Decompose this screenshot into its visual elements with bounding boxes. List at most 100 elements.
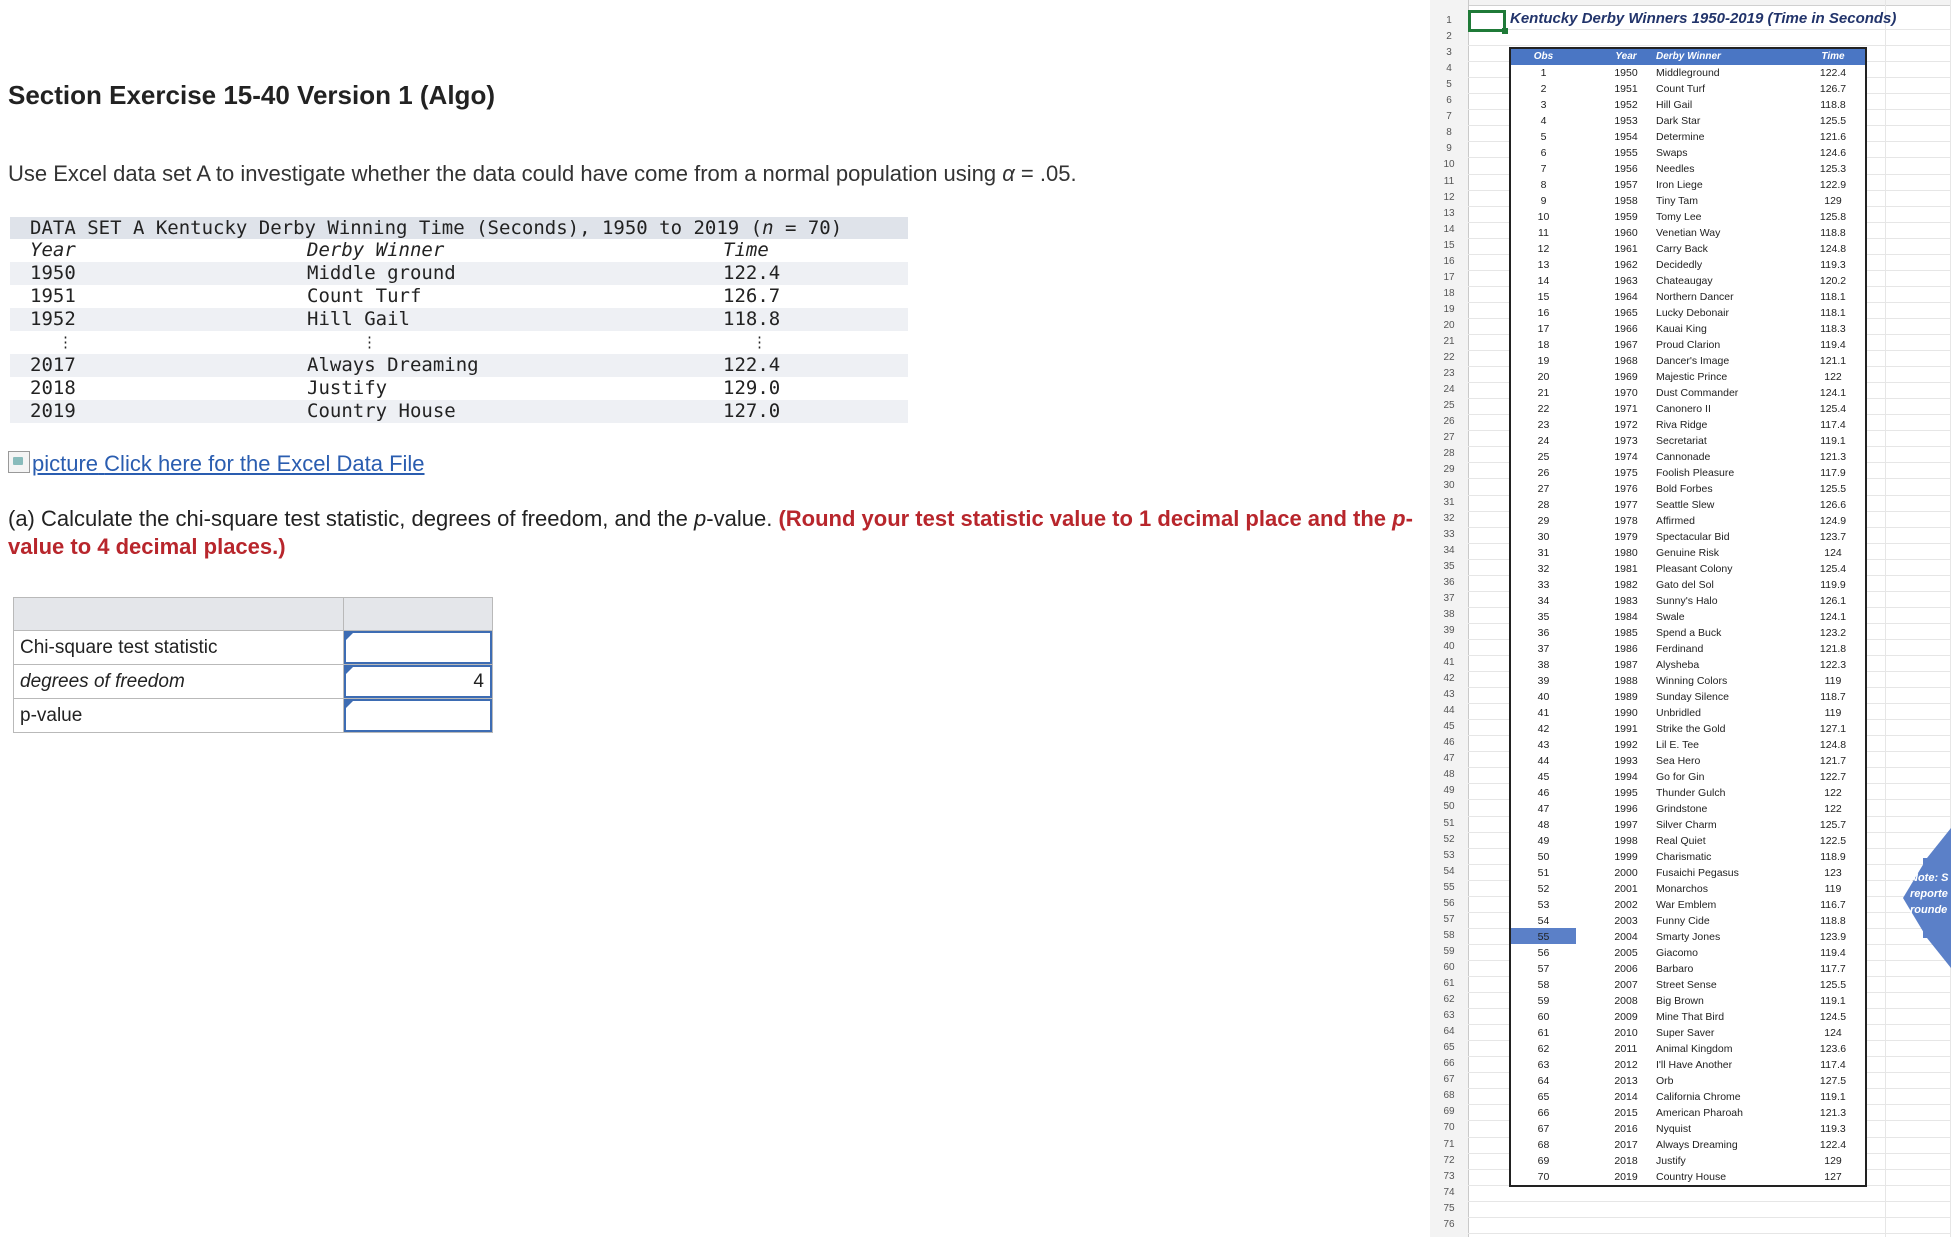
cell-year[interactable]: 1960	[1606, 225, 1646, 241]
cell-year[interactable]: 2019	[1606, 1169, 1646, 1185]
cell-year[interactable]: 1963	[1606, 273, 1646, 289]
cell-winner[interactable]: Secretariat	[1656, 433, 1707, 449]
cell-time[interactable]: 119.9	[1801, 577, 1865, 593]
cell-year[interactable]: 2016	[1606, 1121, 1646, 1137]
row-number[interactable]: 36	[1430, 575, 1468, 591]
cell-winner[interactable]: Orb	[1656, 1073, 1674, 1089]
row-number[interactable]: 8	[1430, 125, 1468, 141]
cell-time[interactable]: 119.1	[1801, 433, 1865, 449]
cell-time[interactable]: 121.1	[1801, 353, 1865, 369]
cell-year[interactable]: 1965	[1606, 305, 1646, 321]
cell-obs[interactable]: 55	[1511, 929, 1576, 945]
cell-winner[interactable]: American Pharoah	[1656, 1105, 1743, 1121]
cell-time[interactable]: 123.9	[1801, 929, 1865, 945]
cell-obs[interactable]: 45	[1511, 769, 1576, 785]
cell-year[interactable]: 1969	[1606, 369, 1646, 385]
row-number[interactable]: 12	[1430, 190, 1468, 206]
row-number[interactable]: 28	[1430, 446, 1468, 462]
cell-obs[interactable]: 41	[1511, 705, 1576, 721]
cell-obs[interactable]: 63	[1511, 1057, 1576, 1073]
cell-winner[interactable]: Swale	[1656, 609, 1685, 625]
cell-time[interactable]: 126.1	[1801, 593, 1865, 609]
row-number[interactable]: 41	[1430, 655, 1468, 671]
cell-time[interactable]: 117.4	[1801, 1057, 1865, 1073]
cell-winner[interactable]: Iron Liege	[1656, 177, 1703, 193]
cell-winner[interactable]: Riva Ridge	[1656, 417, 1707, 433]
row-number[interactable]: 15	[1430, 238, 1468, 254]
cell-obs[interactable]: 62	[1511, 1041, 1576, 1057]
cell-time[interactable]: 122	[1801, 785, 1865, 801]
cell-year[interactable]: 1952	[1606, 97, 1646, 113]
row-number[interactable]: 76	[1430, 1217, 1468, 1233]
row-number[interactable]: 56	[1430, 896, 1468, 912]
cell-winner[interactable]: Majestic Prince	[1656, 369, 1727, 385]
cell-time[interactable]: 120.2	[1801, 273, 1865, 289]
cell-time[interactable]: 126.6	[1801, 497, 1865, 513]
cell-winner[interactable]: Determine	[1656, 129, 1704, 145]
cell-obs[interactable]: 53	[1511, 897, 1576, 913]
cell-time[interactable]: 122.9	[1801, 177, 1865, 193]
cell-year[interactable]: 2003	[1606, 913, 1646, 929]
cell-winner[interactable]: Alysheba	[1656, 657, 1699, 673]
cell-year[interactable]: 2018	[1606, 1153, 1646, 1169]
cell-year[interactable]: 1961	[1606, 241, 1646, 257]
row-number[interactable]: 19	[1430, 302, 1468, 318]
cell-winner[interactable]: Real Quiet	[1656, 833, 1706, 849]
cell-year[interactable]: 2004	[1606, 929, 1646, 945]
cell-time[interactable]: 124.8	[1801, 737, 1865, 753]
cell-year[interactable]: 1971	[1606, 401, 1646, 417]
cell-obs[interactable]: 1	[1511, 65, 1576, 81]
row-number[interactable]: 23	[1430, 366, 1468, 382]
row-number[interactable]: 72	[1430, 1153, 1468, 1169]
row-number[interactable]: 35	[1430, 559, 1468, 575]
cell-year[interactable]: 2017	[1606, 1137, 1646, 1153]
cell-obs[interactable]: 11	[1511, 225, 1576, 241]
cell-year[interactable]: 2010	[1606, 1025, 1646, 1041]
row-number[interactable]: 74	[1430, 1185, 1468, 1201]
cell-year[interactable]: 2012	[1606, 1057, 1646, 1073]
cell-obs[interactable]: 50	[1511, 849, 1576, 865]
cell-winner[interactable]: Unbridled	[1656, 705, 1701, 721]
cell-year[interactable]: 1976	[1606, 481, 1646, 497]
row-number[interactable]: 32	[1430, 511, 1468, 527]
row-number[interactable]: 60	[1430, 960, 1468, 976]
cell-obs[interactable]: 18	[1511, 337, 1576, 353]
cell-time[interactable]: 119.1	[1801, 1089, 1865, 1105]
cell-time[interactable]: 121.8	[1801, 641, 1865, 657]
cell-winner[interactable]: Chateaugay	[1656, 273, 1713, 289]
cell-winner[interactable]: Count Turf	[1656, 81, 1705, 97]
cell-year[interactable]: 1982	[1606, 577, 1646, 593]
cell-time[interactable]: 124.5	[1801, 1009, 1865, 1025]
cell-winner[interactable]: Giacomo	[1656, 945, 1698, 961]
row-number[interactable]: 24	[1430, 382, 1468, 398]
cell-obs[interactable]: 22	[1511, 401, 1576, 417]
cell-year[interactable]: 1958	[1606, 193, 1646, 209]
row-number[interactable]: 13	[1430, 206, 1468, 222]
cell-obs[interactable]: 27	[1511, 481, 1576, 497]
chi-square-input[interactable]	[343, 630, 493, 665]
cell-obs[interactable]: 9	[1511, 193, 1576, 209]
cell-time[interactable]: 126.7	[1801, 81, 1865, 97]
cell-winner[interactable]: I'll Have Another	[1656, 1057, 1732, 1073]
cell-winner[interactable]: Venetian Way	[1656, 225, 1720, 241]
cell-year[interactable]: 1968	[1606, 353, 1646, 369]
row-number[interactable]: 5	[1430, 77, 1468, 93]
cell-obs[interactable]: 26	[1511, 465, 1576, 481]
cell-winner[interactable]: Charismatic	[1656, 849, 1711, 865]
cell-winner[interactable]: Gato del Sol	[1656, 577, 1714, 593]
row-number[interactable]: 45	[1430, 719, 1468, 735]
cell-year[interactable]: 1977	[1606, 497, 1646, 513]
cell-winner[interactable]: Always Dreaming	[1656, 1137, 1738, 1153]
cell-time[interactable]: 116.7	[1801, 897, 1865, 913]
row-number[interactable]: 37	[1430, 591, 1468, 607]
cell-year[interactable]: 1972	[1606, 417, 1646, 433]
cell-year[interactable]: 1989	[1606, 689, 1646, 705]
cell-winner[interactable]: Affirmed	[1656, 513, 1695, 529]
cell-obs[interactable]: 5	[1511, 129, 1576, 145]
cell-time[interactable]: 124.9	[1801, 513, 1865, 529]
cell-time[interactable]: 127	[1801, 1169, 1865, 1185]
cell-year[interactable]: 1974	[1606, 449, 1646, 465]
cell-year[interactable]: 1973	[1606, 433, 1646, 449]
cell-winner[interactable]: Funny Cide	[1656, 913, 1710, 929]
cell-time[interactable]: 119.4	[1801, 945, 1865, 961]
